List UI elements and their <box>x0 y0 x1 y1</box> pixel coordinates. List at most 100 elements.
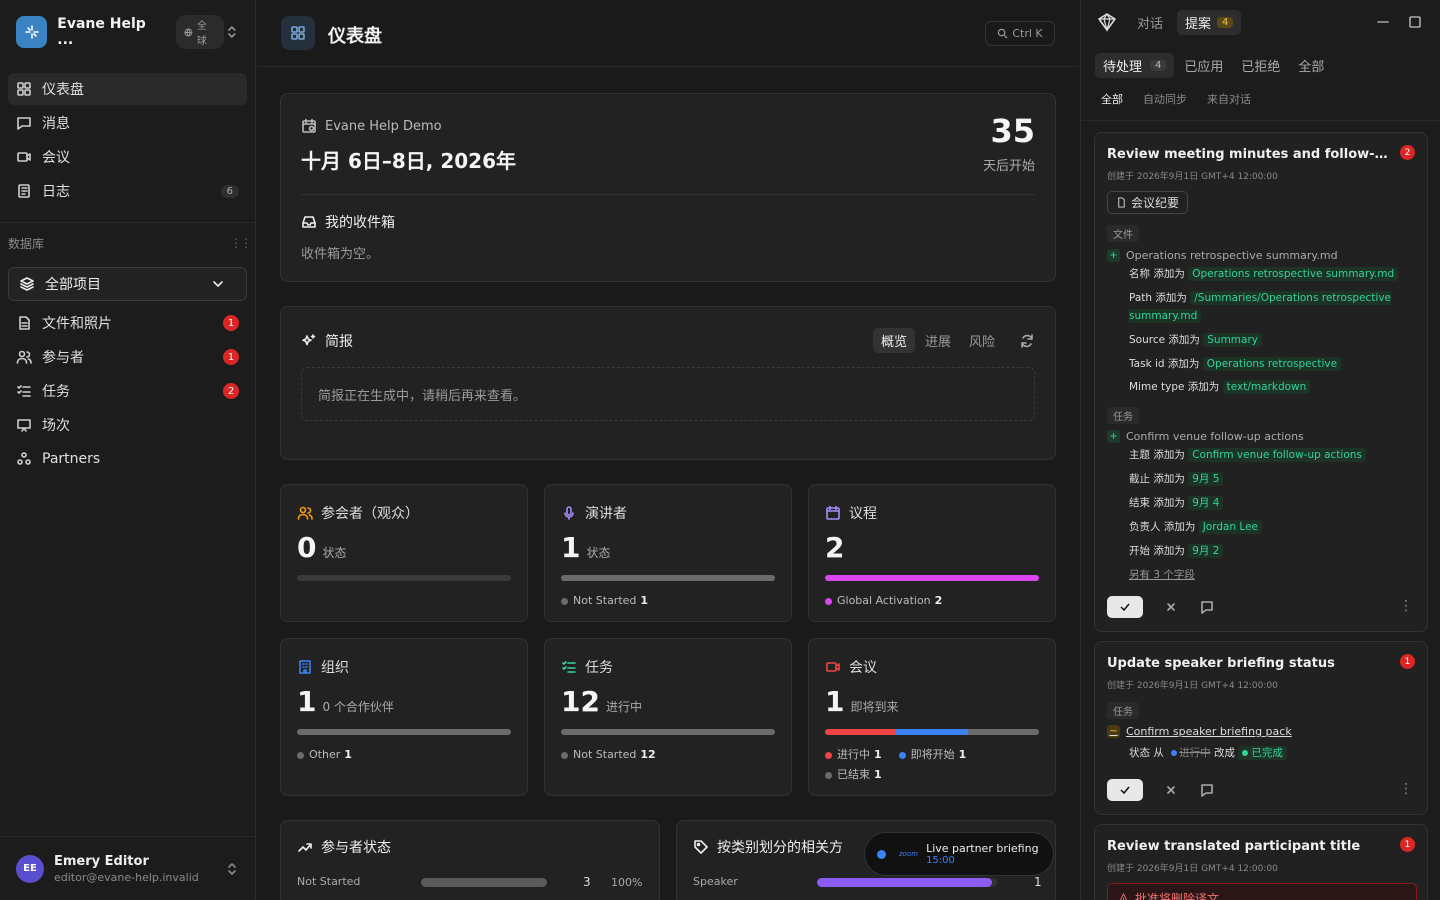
stat-unit: 0 个合作伙伴 <box>322 700 394 714</box>
event-card: Evane Help Demo 十月 6日–8日, 2026年 35 天后开始 … <box>280 93 1056 282</box>
field-key: Mime type 添加为 <box>1129 381 1220 393</box>
source-chip[interactable]: 会议纪要 <box>1107 191 1189 214</box>
stat-value: 1 <box>825 685 845 718</box>
stat-value: 1 <box>297 685 317 718</box>
more-fields-link[interactable]: 另有 3 个字段 <box>1129 567 1195 582</box>
record-title: Confirm venue follow-up actions <box>1126 430 1304 443</box>
proposal-count-badge: 2 <box>1400 145 1415 160</box>
category-count: 1 <box>1034 875 1042 889</box>
change-mid: 改成 <box>1214 747 1236 759</box>
more-options-icon[interactable]: ⋮ <box>1399 781 1413 797</box>
card-title: 参与者状态 <box>321 840 391 856</box>
proposal-created: 创建于 2026年9月1日 GMT+4 12:00:00 <box>1107 864 1278 874</box>
card-title: 按类别划分的相关方 <box>717 840 843 856</box>
nav-item-meetings[interactable]: 会议 <box>8 141 247 173</box>
filter-applied[interactable]: 已应用 <box>1176 53 1231 78</box>
filter-label: 待处理 <box>1103 60 1143 75</box>
more-options-icon[interactable]: ⋮ <box>1399 598 1413 614</box>
tab-overview[interactable]: 概览 <box>872 328 915 353</box>
legend-count: 1 <box>344 748 352 761</box>
chevron-down-icon <box>213 281 223 287</box>
stat-title: 组织 <box>321 660 349 676</box>
proposal-actions <box>1107 779 1215 801</box>
proposal-created: 创建于 2026年9月1日 GMT+4 12:00:00 <box>1107 681 1278 691</box>
minimize-icon[interactable] <box>1375 14 1391 30</box>
subfilter-all[interactable]: 全部 <box>1101 91 1123 107</box>
stat-title: 参会者（观众） <box>321 506 419 522</box>
filter-pending[interactable]: 待处理 4 <box>1095 53 1175 78</box>
stat-card-agenda[interactable]: 议程 2 Global Activation 2 <box>808 484 1056 622</box>
subfilter-auto-sync[interactable]: 自动同步 <box>1143 91 1187 107</box>
modify-icon: ~ <box>1107 725 1120 738</box>
stat-card-tasks[interactable]: 任务 12 进行中 Not Started 12 <box>544 638 792 796</box>
proposal-title: Review translated participant title <box>1107 839 1361 854</box>
page-title: 仪表盘 <box>328 26 382 47</box>
drag-handle-icon[interactable]: ⋮⋮ <box>230 236 252 250</box>
tab-risks[interactable]: 风险 <box>961 328 1003 353</box>
comment-icon[interactable] <box>1199 782 1215 798</box>
bar-segment-other <box>297 729 511 735</box>
stat-header: 任务 <box>561 657 613 677</box>
legend-count: 1 <box>640 594 649 607</box>
reject-x-icon[interactable] <box>1163 782 1179 798</box>
project-select-value: 全部项目 <box>45 277 101 293</box>
stat-unit: 状态 <box>322 546 347 560</box>
project-select[interactable]: 全部项目 <box>8 267 247 301</box>
legend-label: Other <box>309 748 341 761</box>
record-row: + Operations retrospective summary.md <box>1107 249 1338 262</box>
stat-header: 议程 <box>825 503 877 523</box>
nav-item-log[interactable]: 日志 6 <box>8 175 247 207</box>
proposal-actions <box>1107 596 1215 618</box>
field-value: 9月 5 <box>1188 472 1224 486</box>
refresh-icon[interactable] <box>1019 333 1035 349</box>
legend-dot <box>898 751 906 759</box>
stat-legend: 进行中 1 即将开始 1 已结束 1 <box>825 745 1043 785</box>
field-change: Source 添加为 Summary <box>1129 331 1419 349</box>
trending-up-icon <box>298 843 312 852</box>
tab-progress[interactable]: 进展 <box>917 328 959 353</box>
record-row[interactable]: ~ Confirm speaker briefing pack <box>1107 725 1292 738</box>
shortcut-label: Ctrl K <box>1012 27 1043 40</box>
stat-bar <box>825 729 1039 735</box>
top-bar: 仪表盘 Ctrl K <box>257 0 1079 67</box>
sidebar: Evane Help ... 全球 仪表盘 消息 会议 日志 6 数据库 ⋮⋮ … <box>0 0 256 900</box>
tab-chat[interactable]: 对话 <box>1129 10 1171 35</box>
app-root: Evane Help ... 全球 仪表盘 消息 会议 日志 6 数据库 ⋮⋮ … <box>0 0 1440 900</box>
comment-icon[interactable] <box>1199 599 1215 615</box>
nav-item-messages[interactable]: 消息 <box>8 107 247 139</box>
legend-dot <box>561 597 568 605</box>
source-chip-label: 会议纪要 <box>1131 196 1180 210</box>
reject-x-icon[interactable] <box>1163 599 1179 615</box>
filter-all[interactable]: 全部 <box>1290 53 1332 78</box>
subfilter-from-chat[interactable]: 来自对话 <box>1207 91 1251 107</box>
filter-count: 4 <box>1150 60 1167 71</box>
stat-card-organizations[interactable]: 组织 1 0 个合作伙伴 Other 1 <box>280 638 528 796</box>
stat-card-meetings[interactable]: 会议 1 即将到来 进行中 1 即将开始 1 已结束 1 <box>808 638 1056 796</box>
message-icon <box>17 117 31 130</box>
filter-rejected[interactable]: 已拒绝 <box>1233 53 1288 78</box>
nav-item-tasks[interactable]: 任务 2 <box>8 375 247 407</box>
nav-item-partners[interactable]: Partners <box>8 443 247 475</box>
stat-card-attendees[interactable]: 参会者（观众） 0 状态 <box>280 484 528 622</box>
live-meeting-pill[interactable]: zoom Live partner briefing 15:00 <box>864 832 1054 876</box>
stat-bar <box>561 575 775 581</box>
tab-proposals[interactable]: 提案 4 <box>1177 9 1242 35</box>
nav-item-files[interactable]: 文件和照片 1 <box>8 307 247 339</box>
approve-button[interactable] <box>1107 596 1143 618</box>
stat-card-speakers[interactable]: 演讲者 1 状态 Not Started 1 <box>544 484 792 622</box>
proposal-card: Review translated participant title 1 创建… <box>1094 824 1428 900</box>
nav-item-dashboard[interactable]: 仪表盘 <box>8 73 247 105</box>
calendar-clock-icon <box>302 118 316 133</box>
field-key: Source 添加为 <box>1129 334 1200 346</box>
command-search-button[interactable]: Ctrl K <box>985 21 1055 46</box>
delete-translation-warning: 批准将删除译文 <box>1107 883 1417 900</box>
stat-value-row: 1 0 个合作伙伴 <box>297 685 394 718</box>
nav-item-sessions[interactable]: 场次 <box>8 409 247 441</box>
stat-header: 组织 <box>297 657 349 677</box>
approve-button[interactable] <box>1107 779 1143 801</box>
user-menu[interactable]: EE Emery Editor editor@evane-help.invali… <box>0 836 256 900</box>
workspace-switcher[interactable]: Evane Help ... 全球 <box>8 12 248 52</box>
maximize-icon[interactable] <box>1407 14 1423 30</box>
days-until-label: 天后开始 <box>982 159 1035 174</box>
nav-item-participants[interactable]: 参与者 1 <box>8 341 247 373</box>
